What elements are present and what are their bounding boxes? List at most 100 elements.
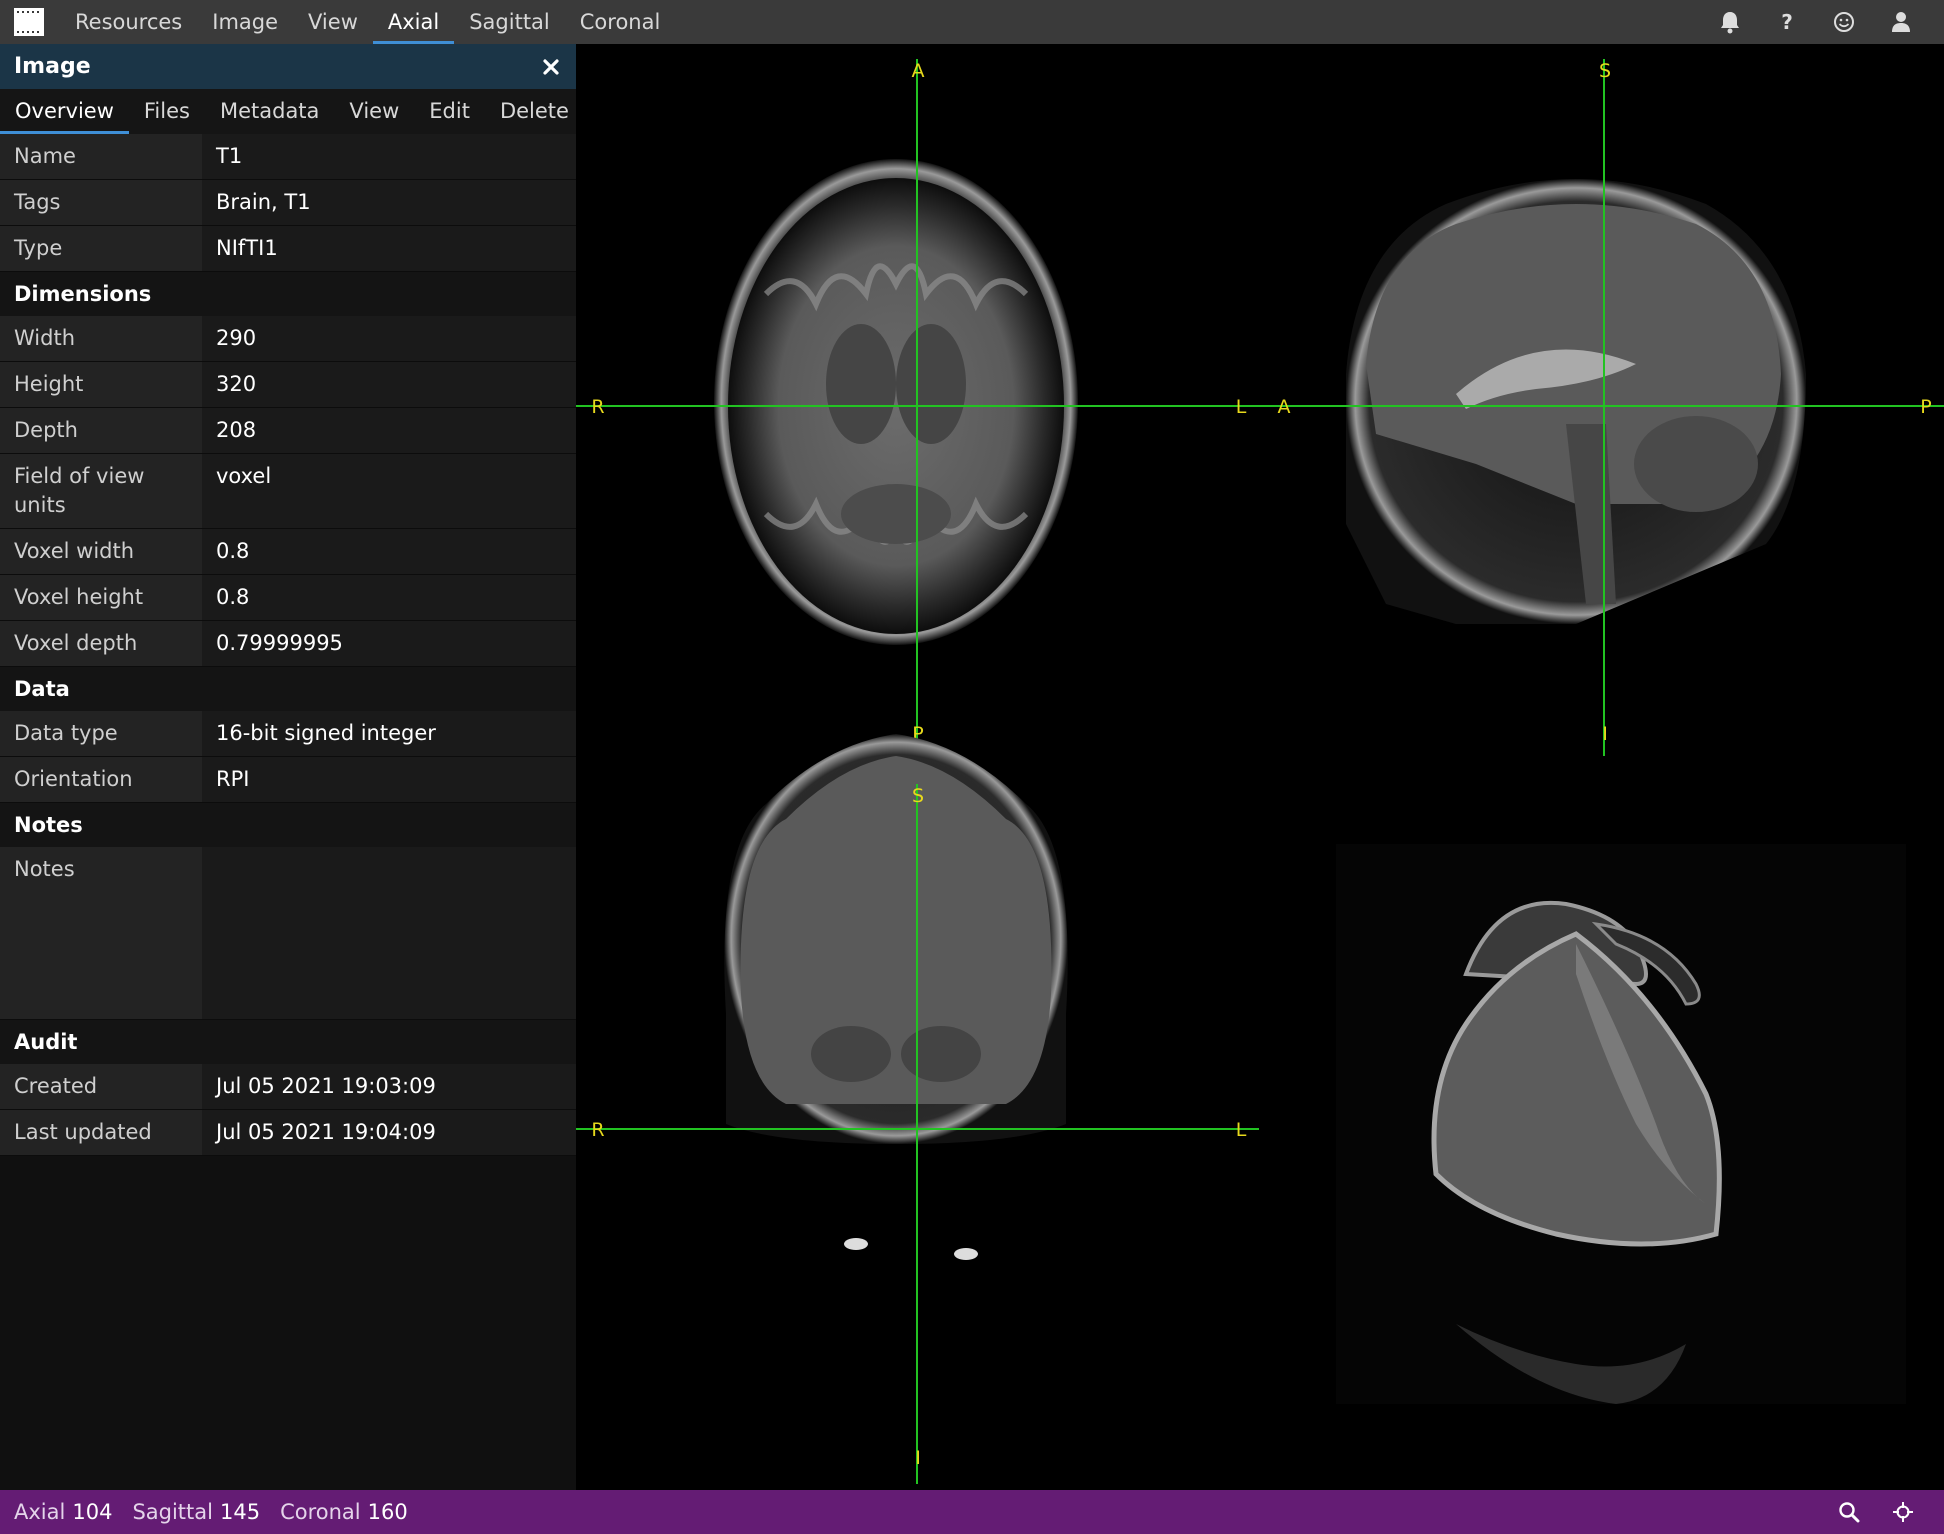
row-width: Width 290	[0, 316, 576, 362]
row-voxel-height: Voxel height 0.8	[0, 575, 576, 621]
row-label: Orientation	[0, 757, 202, 802]
row-label: Created	[0, 1064, 202, 1109]
row-label: Voxel depth	[0, 621, 202, 666]
row-value: 290	[202, 316, 576, 361]
top-menu-bar: Resources Image View Axial Sagittal Coro…	[0, 0, 1944, 44]
row-name: Name T1	[0, 134, 576, 180]
sagittal-cerebellum	[1634, 416, 1758, 512]
sagittal-label-top: S	[1599, 60, 1611, 82]
row-label: Width	[0, 316, 202, 361]
coronal-label-left: R	[591, 1119, 604, 1141]
row-notes: Notes	[0, 847, 576, 1020]
search-icon[interactable]	[1836, 1499, 1862, 1525]
user-icon[interactable]	[1887, 8, 1915, 36]
row-value: Jul 05 2021 19:03:09	[202, 1064, 576, 1109]
menu-axial[interactable]: Axial	[372, 0, 455, 44]
row-depth: Depth 208	[0, 408, 576, 454]
tab-files[interactable]: Files	[129, 89, 205, 134]
section-notes: Notes	[0, 803, 576, 847]
row-value: 0.79999995	[202, 621, 576, 666]
axial-label-right: L	[1236, 396, 1247, 418]
smiley-icon[interactable]	[1830, 8, 1858, 36]
sagittal-view[interactable]	[1259, 59, 1944, 756]
help-icon[interactable]: ?	[1773, 8, 1801, 36]
row-orientation: Orientation RPI	[0, 757, 576, 803]
logo-icon[interactable]	[14, 8, 44, 36]
row-fov-units: Field of view units voxel	[0, 454, 576, 529]
crosshair-icon[interactable]	[1890, 1499, 1916, 1525]
status-axial-label: Axial	[14, 1500, 66, 1524]
image-panel: Image Overview Files Metadata View Edit …	[0, 44, 576, 1490]
row-label: Data type	[0, 711, 202, 756]
notes-value	[202, 847, 576, 1019]
row-tags: Tags Brain, T1	[0, 180, 576, 226]
status-bar: Axial 104 Sagittal 145 Coronal 160	[0, 1490, 1944, 1534]
row-value: Jul 05 2021 19:04:09	[202, 1110, 576, 1155]
section-dimensions: Dimensions	[0, 272, 576, 316]
status-axial-value: 104	[72, 1500, 113, 1524]
viewer-canvas[interactable]: A P R L S I A P S I R L	[576, 44, 1944, 1490]
row-created: Created Jul 05 2021 19:03:09	[0, 1064, 576, 1110]
menu-image[interactable]: Image	[197, 0, 293, 44]
row-value: T1	[202, 134, 576, 179]
row-label: Height	[0, 362, 202, 407]
row-voxel-depth: Voxel depth 0.79999995	[0, 621, 576, 667]
sagittal-label-left: A	[1278, 396, 1291, 418]
status-coronal-label: Coronal	[280, 1500, 361, 1524]
menu-coronal[interactable]: Coronal	[565, 0, 676, 44]
axial-label-top: A	[912, 60, 925, 82]
row-label: Voxel width	[0, 529, 202, 574]
coronal-label-right: L	[1236, 1119, 1247, 1141]
row-height: Height 320	[0, 362, 576, 408]
row-type: Type NIfTI1	[0, 226, 576, 272]
status-sagittal-label: Sagittal	[132, 1500, 213, 1524]
mri-viewer[interactable]: A P R L S I A P S I R L	[576, 44, 1944, 1490]
row-value: 208	[202, 408, 576, 453]
row-label: Field of view units	[0, 454, 202, 528]
row-label: Type	[0, 226, 202, 271]
axial-label-left: R	[591, 396, 604, 418]
panel-header: Image	[0, 44, 576, 89]
row-value: 0.8	[202, 575, 576, 620]
menu-resources[interactable]: Resources	[60, 0, 197, 44]
row-label: Voxel height	[0, 575, 202, 620]
tab-view[interactable]: View	[334, 89, 414, 134]
coronal-label-bottom: I	[915, 1447, 921, 1469]
row-label: Last updated	[0, 1110, 202, 1155]
section-audit: Audit	[0, 1020, 576, 1064]
panel-title: Image	[14, 54, 91, 79]
render-3d-view[interactable]	[1336, 844, 1906, 1404]
menu-view[interactable]: View	[293, 0, 373, 44]
close-icon[interactable]	[540, 56, 562, 78]
row-value: 0.8	[202, 529, 576, 574]
row-last-updated: Last updated Jul 05 2021 19:04:09	[0, 1110, 576, 1156]
menu-sagittal[interactable]: Sagittal	[454, 0, 565, 44]
sagittal-label-right: P	[1920, 396, 1931, 418]
tab-overview[interactable]: Overview	[0, 89, 129, 134]
row-value: 16-bit signed integer	[202, 711, 576, 756]
row-label: Name	[0, 134, 202, 179]
row-label: Notes	[0, 847, 202, 1019]
row-value: voxel	[202, 454, 576, 528]
status-sagittal-value: 145	[219, 1500, 261, 1524]
axial-view[interactable]	[576, 59, 1259, 756]
row-label: Depth	[0, 408, 202, 453]
section-data: Data	[0, 667, 576, 711]
coronal-view[interactable]	[576, 734, 1259, 1484]
svg-text:?: ?	[1781, 11, 1793, 33]
tab-delete[interactable]: Delete	[485, 89, 584, 134]
row-data-type: Data type 16-bit signed integer	[0, 711, 576, 757]
bell-icon[interactable]	[1716, 8, 1744, 36]
coronal-label-top: S	[912, 785, 924, 807]
row-value: 320	[202, 362, 576, 407]
panel-tabs: Overview Files Metadata View Edit Delete	[0, 89, 576, 134]
status-coronal-value: 160	[367, 1500, 408, 1524]
row-label: Tags	[0, 180, 202, 225]
tab-edit[interactable]: Edit	[414, 89, 485, 134]
row-value: NIfTI1	[202, 226, 576, 271]
tab-metadata[interactable]: Metadata	[205, 89, 334, 134]
row-value: RPI	[202, 757, 576, 802]
row-voxel-width: Voxel width 0.8	[0, 529, 576, 575]
row-value: Brain, T1	[202, 180, 576, 225]
sagittal-label-bottom: I	[1602, 723, 1608, 745]
